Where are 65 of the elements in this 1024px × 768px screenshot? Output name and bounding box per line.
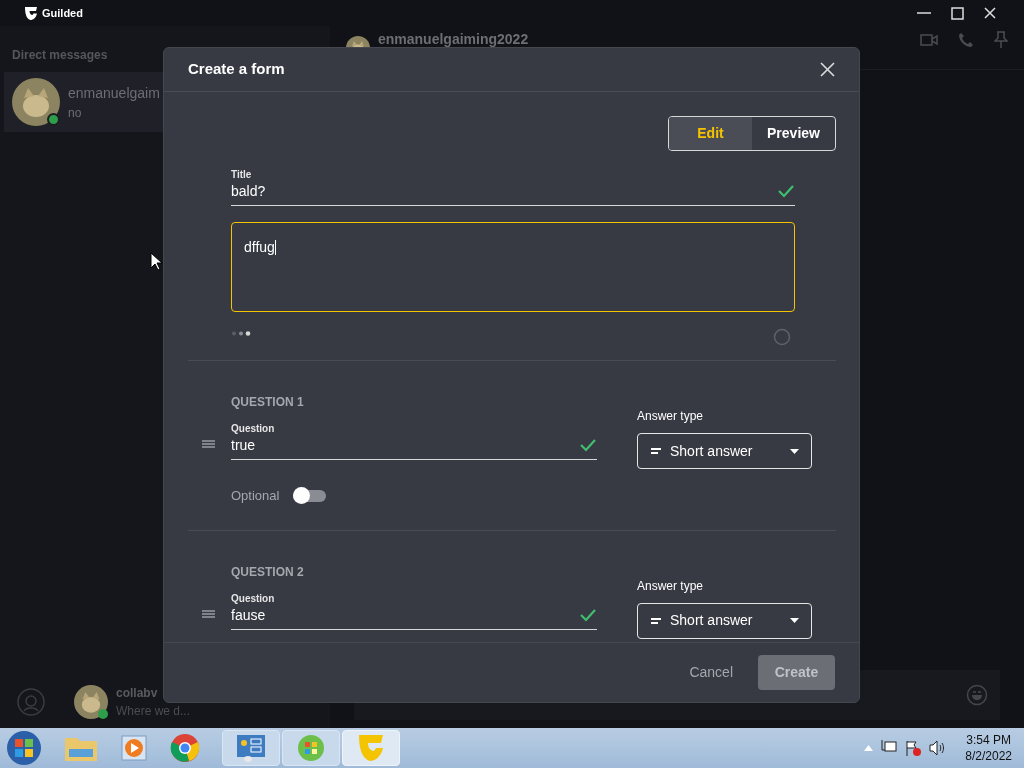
caret-icon [790, 618, 799, 623]
question-heading: QUESTION 1 [231, 394, 305, 411]
conversation-name: enmanuelgaim [68, 83, 160, 103]
text-field[interactable]: Question true [231, 423, 597, 460]
clock-date: 8/2/2022 [965, 748, 1012, 764]
text-field[interactable]: Question fause [231, 592, 597, 630]
app-title: Guilded [42, 5, 83, 21]
cancel-button[interactable]: Cancel [689, 662, 733, 683]
logo-icon [356, 735, 386, 761]
text-field[interactable]: Title bald? [231, 169, 795, 206]
answer-type-label: Answer type [637, 577, 705, 595]
optional-label: Optional [231, 487, 280, 505]
answer-type-dropdown[interactable]: Short answer [637, 602, 812, 639]
media-player-icon[interactable] [120, 734, 148, 762]
answer-type-label: Answer type [637, 408, 705, 425]
emoji-icon[interactable] [966, 684, 988, 706]
mouse-cursor-icon [150, 252, 162, 271]
clock-time: 3:54 PM [966, 732, 1011, 748]
mode-tab[interactable]: Preview [752, 117, 835, 150]
video-icon[interactable] [920, 33, 938, 46]
answer-type-dropdown[interactable]: Short answer [637, 433, 812, 469]
pin-icon[interactable] [994, 30, 1008, 49]
description-field[interactable]: dffug [231, 222, 795, 312]
avatar-icon [74, 685, 108, 719]
windows-update-icon [297, 734, 325, 762]
field-value: fause [231, 605, 266, 625]
chat-title: enmanuelgaiming2022 [378, 30, 530, 49]
taskbar-app[interactable] [222, 730, 280, 766]
question-heading: QUESTION 2 [231, 563, 305, 581]
user-name: collabv [116, 685, 158, 702]
modal-title: Create a form [188, 59, 285, 80]
mode-tab[interactable]: Edit [669, 117, 752, 150]
optional-toggle[interactable] [293, 489, 327, 502]
support-icon[interactable] [16, 687, 46, 717]
progress-dots-icon [231, 330, 253, 336]
field-label: Title [231, 169, 253, 181]
short-text-icon [650, 446, 662, 456]
checkmark-icon [579, 438, 597, 452]
avatar-icon [12, 78, 60, 126]
field-value: dffug [244, 239, 275, 255]
caret-icon [790, 448, 799, 454]
checkmark-icon [777, 184, 795, 198]
checkmark-icon [579, 607, 597, 622]
close-icon[interactable] [984, 7, 996, 19]
drag-handle-icon[interactable] [202, 440, 215, 448]
field-label: Question [231, 592, 276, 605]
show-hidden-icon[interactable] [864, 745, 874, 751]
loading-spinner-icon [773, 328, 791, 346]
logo-icon [24, 6, 38, 20]
sidebar-heading: Direct messages [11, 47, 109, 64]
start-icon[interactable] [4, 729, 44, 767]
short-text-icon [650, 615, 662, 626]
taskbar-app[interactable] [282, 730, 340, 766]
field-label: Question [231, 423, 276, 435]
action-center-icon[interactable] [905, 740, 922, 756]
browser-icon[interactable] [170, 733, 200, 763]
field-value: bald? [231, 182, 266, 201]
conversation-preview: no [68, 104, 83, 122]
phone-icon[interactable] [958, 31, 974, 48]
field-value: true [231, 436, 256, 455]
volume-icon[interactable] [929, 740, 946, 756]
control-panel-icon [236, 734, 266, 762]
close-icon[interactable] [820, 62, 835, 77]
maximize-icon[interactable] [951, 6, 964, 20]
drag-handle-icon[interactable] [202, 609, 215, 618]
